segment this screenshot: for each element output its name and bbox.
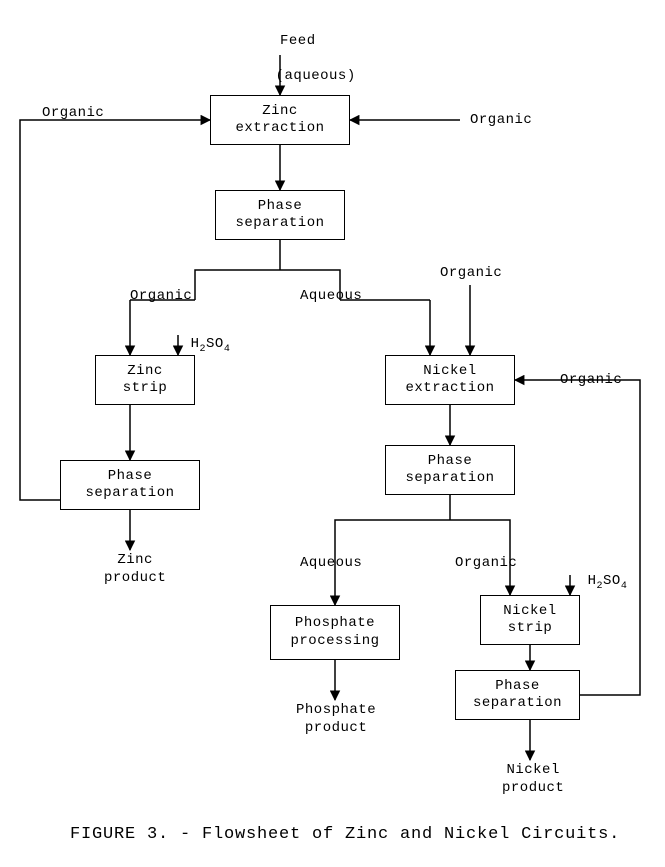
h2so4-right-4: 4 bbox=[621, 580, 628, 591]
box-nickel-extraction-text: Nickelextraction bbox=[405, 363, 494, 398]
flowsheet-canvas: Feed (aqueous) Zincextraction Phasesepar… bbox=[0, 0, 665, 867]
h2so4-left-SO: SO bbox=[206, 336, 224, 352]
label-aqueous-branch-right: Aqueous bbox=[300, 288, 362, 306]
box-phase-sep-1-text: Phaseseparation bbox=[235, 198, 324, 233]
box-phosphate-proc-text: Phosphateprocessing bbox=[290, 615, 379, 650]
label-aqueous-lower: Aqueous bbox=[300, 555, 362, 573]
box-phase-sep-zinc-text: Phaseseparation bbox=[85, 468, 174, 503]
h2so4-right-SO: SO bbox=[603, 573, 621, 589]
box-zinc-extraction-text: Zincextraction bbox=[235, 103, 324, 138]
h2so4-left-H: H bbox=[191, 336, 200, 352]
feed-line2: (aqueous) bbox=[276, 68, 356, 84]
box-phase-sep-zinc: Phaseseparation bbox=[60, 460, 200, 510]
h2so4-right-H: H bbox=[588, 573, 597, 589]
feed-label: Feed (aqueous) bbox=[240, 15, 320, 103]
feed-line1: Feed bbox=[280, 33, 316, 49]
h2so4-left-4: 4 bbox=[224, 343, 231, 354]
label-nickel-product: Nickelproduct bbox=[502, 762, 564, 797]
box-phase-sep-1: Phaseseparation bbox=[215, 190, 345, 240]
label-organic-left: Organic bbox=[42, 105, 104, 123]
label-organic-far-right: Organic bbox=[560, 372, 622, 390]
label-zinc-product: Zincproduct bbox=[104, 552, 166, 587]
figure-caption: FIGURE 3. - Flowsheet of Zinc and Nickel… bbox=[70, 825, 620, 844]
box-phase-sep-nickel1-text: Phaseseparation bbox=[405, 453, 494, 488]
box-nickel-extraction: Nickelextraction bbox=[385, 355, 515, 405]
box-phosphate-proc: Phosphateprocessing bbox=[270, 605, 400, 660]
label-organic-right: Organic bbox=[470, 112, 532, 130]
box-zinc-extraction: Zincextraction bbox=[210, 95, 350, 145]
label-h2so4-right: H2SO4 bbox=[552, 555, 627, 610]
box-nickel-strip-text: Nickelstrip bbox=[503, 603, 556, 638]
box-phase-sep-nickel2: Phaseseparation bbox=[455, 670, 580, 720]
box-phase-sep-nickel2-text: Phaseseparation bbox=[473, 678, 562, 713]
label-h2so4-left: H2SO4 bbox=[155, 318, 230, 373]
label-phosphate-product: Phosphateproduct bbox=[296, 702, 376, 737]
label-organic-branch-left: Organic bbox=[130, 288, 192, 306]
box-phase-sep-nickel1: Phaseseparation bbox=[385, 445, 515, 495]
label-organic-lower-right: Organic bbox=[455, 555, 517, 573]
label-organic-vert-right: Organic bbox=[440, 265, 502, 283]
